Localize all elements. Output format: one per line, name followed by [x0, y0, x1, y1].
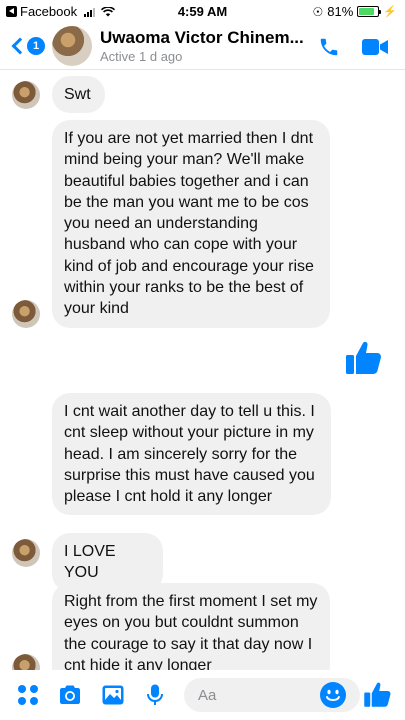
- sender-avatar: [12, 539, 40, 567]
- charging-icon: ⚡: [383, 6, 397, 18]
- phone-icon[interactable]: [318, 36, 340, 58]
- camera-icon[interactable]: [57, 683, 83, 707]
- orientation-lock-icon: ☉: [312, 4, 324, 19]
- conversation-header: 1 Uwaoma Victor Chinem... Active 1 d ago: [0, 22, 405, 70]
- sender-avatar: [12, 654, 40, 670]
- message-bubble[interactable]: Right from the first moment I set my eye…: [52, 583, 330, 670]
- message-bubble[interactable]: Swt: [52, 76, 105, 114]
- smiley-icon[interactable]: [319, 681, 347, 709]
- status-bar-right: ☉ 81% ⚡: [313, 4, 398, 19]
- battery-percent: 81%: [327, 4, 354, 19]
- battery-icon: [357, 6, 382, 17]
- contact-avatar[interactable]: [52, 26, 92, 66]
- message-bubble[interactable]: I cnt wait another day to tell u this. I…: [52, 393, 331, 516]
- unread-count-badge: 1: [27, 37, 45, 55]
- image-icon[interactable]: [101, 683, 125, 707]
- four-dots-icon[interactable]: [16, 683, 40, 707]
- sender-avatar: [12, 81, 40, 109]
- thumbs-up-icon[interactable]: [362, 679, 392, 709]
- contact-name[interactable]: Uwaoma Victor Chinem...: [100, 28, 304, 48]
- thumbs-up-icon: [346, 341, 381, 374]
- message-thread[interactable]: Swt If you are not yet married then I dn…: [0, 71, 405, 670]
- sender-avatar: [12, 300, 40, 328]
- microphone-icon[interactable]: [143, 683, 167, 707]
- chevron-left-icon: [11, 37, 29, 55]
- message-bubble[interactable]: If you are not yet married then I dnt mi…: [52, 120, 330, 328]
- video-camera-icon[interactable]: [362, 38, 388, 56]
- battery-level: [359, 8, 374, 15]
- message-composer: [0, 670, 405, 720]
- contact-active-status: Active 1 d ago: [100, 49, 183, 64]
- back-button[interactable]: 1: [10, 34, 46, 58]
- status-bar: Facebook 4:59 AM ☉ 81% ⚡: [0, 0, 405, 22]
